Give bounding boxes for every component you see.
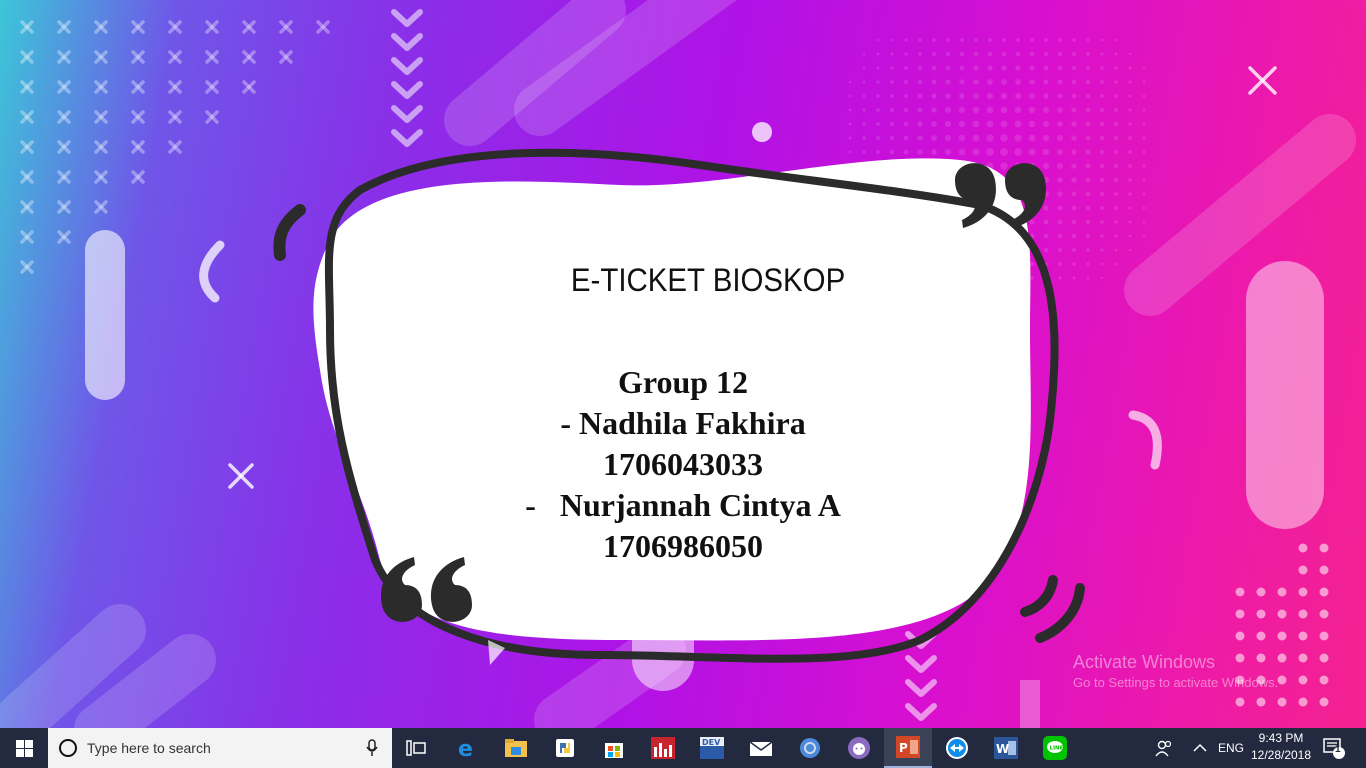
clock[interactable]: 9:43 PM 12/28/2018 <box>1246 730 1316 764</box>
start-button[interactable] <box>0 728 48 768</box>
activate-windows-watermark: Activate Windows Go to Settings to activ… <box>1073 652 1279 690</box>
taskbar-search-box[interactable]: Type here to search <box>48 728 392 768</box>
search-placeholder: Type here to search <box>87 740 211 756</box>
notification-count: 1 <box>1335 744 1341 755</box>
github-icon[interactable] <box>835 728 883 768</box>
cortana-icon <box>59 739 77 757</box>
svg-text:DEV: DEV <box>702 738 721 747</box>
svg-text:LINE: LINE <box>1050 746 1064 752</box>
microphone-icon[interactable] <box>366 739 378 757</box>
windows-logo-icon <box>15 739 33 757</box>
clock-time: 9:43 PM <box>1258 731 1304 745</box>
member-2-name: - Nurjannah Cintya A <box>525 487 841 523</box>
dev-cpp-icon[interactable]: DEV <box>688 728 736 768</box>
language-indicator[interactable]: ENG <box>1218 728 1244 768</box>
file-explorer-icon[interactable] <box>492 728 540 768</box>
store-icon[interactable] <box>590 728 638 768</box>
member-1-name: - Nadhila Fakhira <box>560 405 806 441</box>
powerpoint-icon[interactable]: P <box>884 728 932 768</box>
svg-text:P: P <box>899 741 908 755</box>
clock-date: 12/28/2018 <box>1250 748 1312 762</box>
teamviewer-icon[interactable] <box>933 728 981 768</box>
svg-text:e: e <box>458 737 473 759</box>
mail-icon[interactable] <box>737 728 785 768</box>
presentation-slide: E-TICKET BIOSKOP Group 12 - Nadhila Fakh… <box>0 0 1366 728</box>
slide-title: E-TICKET BIOSKOP <box>570 262 846 298</box>
chevron-up-icon[interactable] <box>1193 728 1207 768</box>
edge-icon[interactable]: e <box>443 728 491 768</box>
people-icon[interactable] <box>1155 728 1173 768</box>
slide-body: Group 12 - Nadhila Fakhira 1706043033 - … <box>0 362 1366 567</box>
python-icon[interactable] <box>541 728 589 768</box>
word-icon[interactable]: W <box>982 728 1030 768</box>
group-label: Group 12 <box>617 364 749 400</box>
member-1-id: 1706043033 <box>603 446 763 482</box>
spss-icon[interactable] <box>639 728 687 768</box>
task-view-icon[interactable] <box>392 728 440 768</box>
line-icon[interactable]: LINE <box>1031 728 1079 768</box>
svg-text:W: W <box>996 742 1009 756</box>
taskbar: Type here to search e DEV P W LINE ENG 9… <box>0 728 1366 768</box>
chrome-icon[interactable] <box>786 728 834 768</box>
notification-center-icon[interactable]: 1 <box>1322 728 1346 768</box>
member-2-id: 1706986050 <box>603 528 763 564</box>
